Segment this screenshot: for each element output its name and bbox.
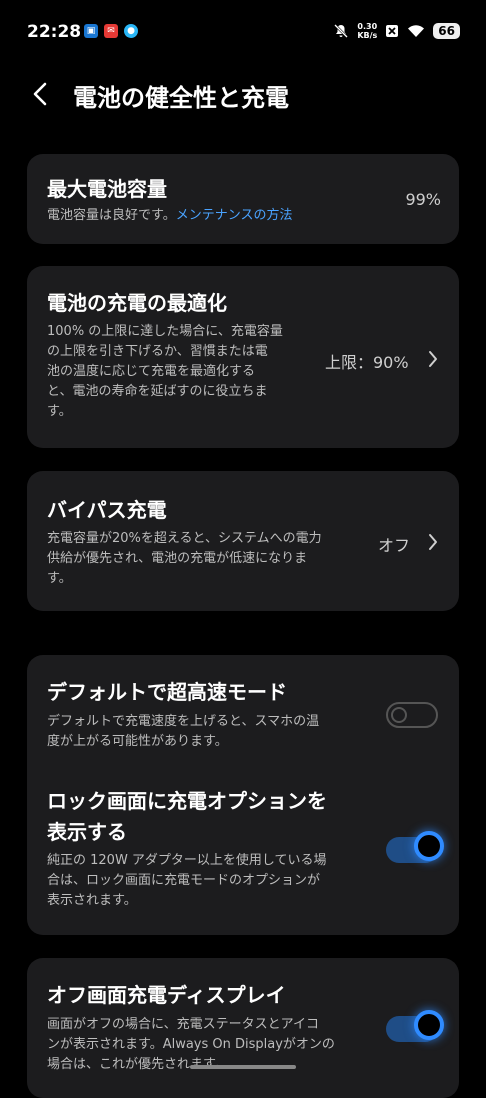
super-fast-mode-desc: デフォルトで充電速度を上げると、スマホの温 度が上がる可能性があります。 — [47, 714, 320, 749]
wifi-icon — [408, 25, 425, 37]
super-fast-mode-title: デフォルトで超高速モード — [47, 680, 287, 704]
lock-screen-options-desc: 純正の 120W アダプター以上を使用している場 合は、ロック画面に充電モードの… — [47, 853, 327, 908]
max-capacity-value: 99% — [405, 190, 441, 209]
off-screen-display-row[interactable]: オフ画面充電ディスプレイ 画面がオフの場合に、充電ステータスとアイコ ンが表示さ… — [27, 958, 459, 1098]
no-sim-icon — [386, 25, 399, 37]
bypass-charging-desc: 充電容量が20%を超えると、システムへの電力 供給が優先され、電池の充電が低速に… — [47, 531, 322, 586]
status-bar: 22:28 ▣ ✉ ● 0.30 KB/s 66 — [0, 0, 486, 64]
lock-screen-options-row[interactable]: ロック画面に充電オプションを 表示する 純正の 120W アダプター以上を使用し… — [27, 785, 459, 935]
maintenance-link[interactable]: メンテナンスの方法 — [176, 208, 293, 223]
home-indicator[interactable] — [190, 1065, 296, 1069]
chevron-right-icon — [429, 351, 437, 367]
mail-notification-icon: ✉ — [104, 24, 118, 38]
lock-screen-options-toggle[interactable] — [386, 831, 444, 863]
status-right: 0.30 KB/s 66 — [333, 22, 460, 40]
battery-icon: 66 — [433, 23, 460, 39]
mute-bell-icon — [334, 24, 349, 38]
app-notification-icon: ▣ — [84, 24, 98, 38]
lock-screen-options-title: ロック画面に充電オプションを 表示する — [47, 789, 327, 844]
back-arrow-icon[interactable] — [28, 78, 52, 110]
super-fast-mode-toggle[interactable] — [386, 702, 438, 728]
bypass-charging-value: オフ — [378, 536, 411, 555]
charge-optimization-title: 電池の充電の最適化 — [47, 291, 227, 315]
notification-icons: ▣ ✉ ● — [84, 24, 138, 38]
chevron-right-icon — [429, 534, 437, 550]
off-screen-display-toggle[interactable] — [386, 1010, 444, 1042]
charge-optimization-desc: 100% の上限に達した場合に、充電容量 の上限を引き下げるか、習慣または電 池… — [47, 324, 283, 419]
max-capacity-card[interactable]: 最大電池容量 電池容量は良好です。メンテナンスの方法 99% — [27, 154, 459, 244]
charge-optimization-card[interactable]: 電池の充電の最適化 100% の上限に達した場合に、充電容量 の上限を引き下げる… — [27, 266, 459, 448]
off-screen-display-card: オフ画面充電ディスプレイ 画面がオフの場合に、充電ステータスとアイコ ンが表示さ… — [27, 958, 459, 1098]
max-capacity-desc: 電池容量は良好です。メンテナンスの方法 — [47, 208, 293, 223]
header: 電池の健全性と充電 — [0, 64, 486, 124]
bypass-charging-card[interactable]: バイパス充電 充電容量が20%を超えると、システムへの電力 供給が優先され、電池… — [27, 471, 459, 611]
network-speed: 0.30 KB/s — [357, 22, 378, 40]
max-capacity-title: 最大電池容量 — [47, 177, 167, 201]
off-screen-display-title: オフ画面充電ディスプレイ — [47, 983, 286, 1007]
page-title: 電池の健全性と充電 — [73, 84, 289, 112]
status-time: 22:28 — [27, 22, 82, 42]
bypass-charging-title: バイパス充電 — [47, 498, 167, 522]
chat-notification-icon: ● — [124, 24, 138, 38]
super-fast-mode-row[interactable]: デフォルトで超高速モード デフォルトで充電速度を上げると、スマホの温 度が上がる… — [27, 655, 459, 755]
charge-limit-value: 上限：90% — [325, 353, 409, 372]
charging-options-card: デフォルトで超高速モード デフォルトで充電速度を上げると、スマホの温 度が上がる… — [27, 655, 459, 935]
